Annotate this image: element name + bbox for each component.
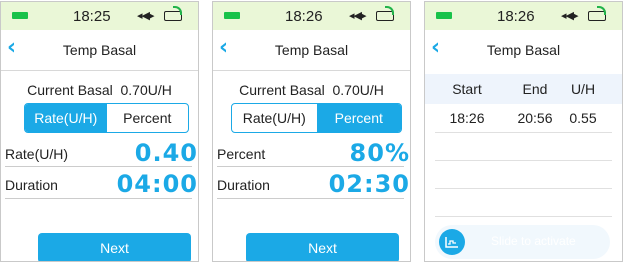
connection-icon xyxy=(588,6,606,21)
row-end: 20:56 xyxy=(517,110,553,126)
basal-chart-icon xyxy=(445,237,458,248)
current-basal-value: 0.70U/H xyxy=(332,82,384,98)
screen-percent: 18:26 ◂◀▸ ‹ Temp Basal Current Basal 0.7… xyxy=(212,1,411,262)
current-basal-label: Current Basal xyxy=(27,82,113,98)
current-basal: Current Basal 0.70U/H xyxy=(1,82,198,98)
connection-icon xyxy=(376,6,394,21)
header-divider xyxy=(213,70,410,71)
vibrate-icon: ◂◀▸ xyxy=(137,9,154,22)
battery-icon xyxy=(12,12,28,19)
duration-value[interactable]: 04:00 xyxy=(117,170,198,198)
segment-percent[interactable]: Percent xyxy=(107,104,189,132)
column-end: End xyxy=(522,81,548,97)
row-divider xyxy=(217,198,404,199)
segment-rate[interactable]: Rate(U/H) xyxy=(232,104,317,132)
percent-value[interactable]: 80% xyxy=(350,139,410,167)
percent-label: Percent xyxy=(217,146,266,162)
current-basal: Current Basal 0.70U/H xyxy=(213,82,410,98)
clock: 18:26 xyxy=(497,8,535,25)
clock: 18:25 xyxy=(73,8,111,25)
rate-value[interactable]: 0.40 xyxy=(135,139,198,167)
rate-label: Rate(U/H) xyxy=(5,146,69,162)
row-rate: 0.55 xyxy=(569,110,597,126)
status-bar: 18:25 ◂◀▸ xyxy=(1,2,198,30)
current-basal-value: 0.70U/H xyxy=(120,82,172,98)
next-button[interactable]: Next xyxy=(38,233,191,261)
vibrate-icon: ◂◀▸ xyxy=(561,9,578,22)
row-divider xyxy=(435,216,612,217)
row-divider xyxy=(5,198,192,199)
slide-to-activate[interactable]: Slide to activate xyxy=(435,225,610,259)
screen-confirm: 18:26 ◂◀▸ ‹ Temp Basal Start End U/H 18:… xyxy=(424,1,623,262)
clock: 18:26 xyxy=(285,8,323,25)
row-divider xyxy=(435,188,612,189)
screen-rate: 18:25 ◂◀▸ ‹ Temp Basal Current Basal 0.7… xyxy=(0,1,199,262)
row-divider xyxy=(217,166,404,167)
column-rate: U/H xyxy=(570,81,596,97)
row-divider xyxy=(435,160,612,161)
duration-label: Duration xyxy=(217,177,270,193)
header-divider xyxy=(1,70,198,71)
page-title: Temp Basal xyxy=(274,42,349,58)
segment-percent[interactable]: Percent xyxy=(316,104,401,132)
connection-icon xyxy=(164,6,182,21)
page-title: Temp Basal xyxy=(62,42,137,58)
table-row: 18:26 20:56 0.55 xyxy=(425,110,622,130)
status-bar: 18:26 ◂◀▸ xyxy=(425,2,622,30)
duration-value[interactable]: 02:30 xyxy=(329,170,410,198)
mode-toggle: Rate(U/H) Percent xyxy=(24,103,189,133)
slider-knob[interactable] xyxy=(439,229,465,255)
row-divider xyxy=(435,132,612,133)
row-start: 18:26 xyxy=(449,110,485,126)
mode-toggle: Rate(U/H) Percent xyxy=(231,103,402,133)
status-bar: 18:26 ◂◀▸ xyxy=(213,2,410,30)
current-basal-label: Current Basal xyxy=(239,82,325,98)
battery-icon xyxy=(436,12,452,19)
segment-rate[interactable]: Rate(U/H) xyxy=(25,104,107,132)
battery-icon xyxy=(224,12,240,19)
vibrate-icon: ◂◀▸ xyxy=(349,9,366,22)
column-start: Start xyxy=(452,81,482,97)
table-header: Start End U/H xyxy=(425,74,622,104)
duration-label: Duration xyxy=(5,177,58,193)
row-divider xyxy=(5,166,192,167)
page-title: Temp Basal xyxy=(486,42,561,58)
slider-label: Slide to activate xyxy=(491,234,576,248)
next-button[interactable]: Next xyxy=(246,233,399,261)
